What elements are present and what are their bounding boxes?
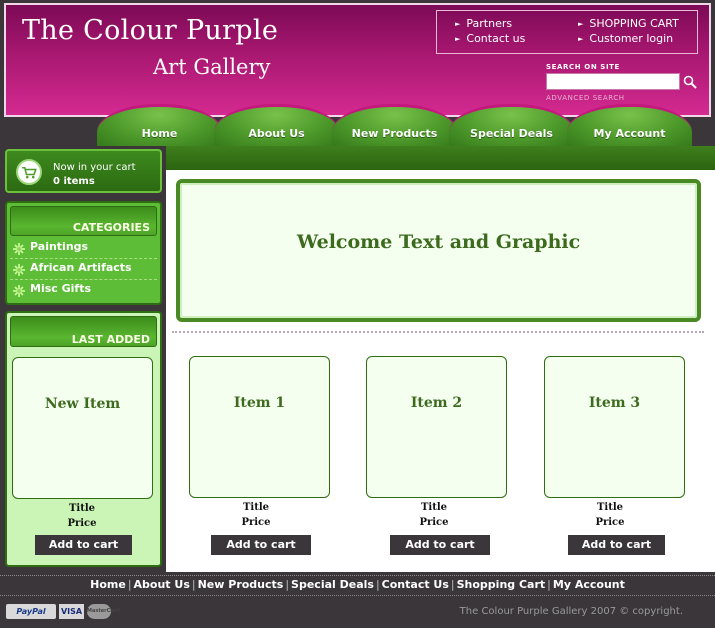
- tab-my-account[interactable]: My Account: [567, 104, 692, 146]
- product-price: Price: [595, 517, 625, 528]
- separator: |: [547, 578, 551, 591]
- flower-icon: [13, 243, 25, 255]
- separator: |: [191, 578, 196, 591]
- categories-heading: CATEGORIES: [10, 206, 157, 236]
- tab-about-us[interactable]: About Us: [214, 104, 339, 146]
- product-title: Title: [420, 502, 448, 513]
- product-title: Title: [68, 503, 96, 514]
- footer-link-special-deals[interactable]: Special Deals: [291, 578, 374, 591]
- last-added-box: LAST ADDED New Item Title Price Add to c…: [5, 311, 162, 567]
- footer-link-my-account[interactable]: My Account: [553, 578, 625, 591]
- categories-box: CATEGORIES Paintings African Artifacts M…: [5, 201, 162, 305]
- cart-label: Now in your cart: [53, 162, 136, 173]
- product-title: Title: [242, 502, 270, 513]
- product-image-item-1[interactable]: Item 1: [189, 356, 330, 498]
- separator: |: [375, 578, 380, 591]
- product-title: Title: [596, 502, 624, 513]
- category-african-artifacts[interactable]: African Artifacts: [10, 261, 157, 280]
- link-partners[interactable]: ► Partners: [455, 17, 512, 30]
- welcome-text: Welcome Text and Graphic: [296, 231, 581, 253]
- mastercard-logo: MasterCard: [87, 604, 120, 619]
- main-nav: Home About Us New Products Special Deals…: [0, 100, 715, 146]
- flower-icon: [13, 264, 25, 276]
- separator: |: [127, 578, 132, 591]
- main-content: Now in your cart 0 items CATEGORIES Pain…: [0, 146, 715, 572]
- separator: |: [450, 578, 455, 591]
- search-input[interactable]: [546, 73, 680, 90]
- arrow-right-icon: ►: [455, 35, 461, 43]
- add-to-cart-button[interactable]: Add to cart: [568, 535, 665, 555]
- footer-link-contact-us[interactable]: Contact Us: [382, 578, 449, 591]
- sidebar: Now in your cart 0 items CATEGORIES Pain…: [0, 146, 166, 572]
- arrow-right-icon: ►: [455, 20, 461, 28]
- footer-nav: Home | About Us | New Products | Special Deals…: [0, 578, 715, 591]
- product-price: Price: [419, 517, 449, 528]
- footer-divider: [0, 575, 715, 576]
- site-subtitle: Art Gallery: [153, 55, 271, 79]
- tab-new-products[interactable]: New Products: [332, 104, 457, 146]
- last-added-heading: LAST ADDED: [10, 316, 157, 347]
- footer-divider: [0, 595, 715, 596]
- footer-link-new-products[interactable]: New Products: [198, 578, 284, 591]
- category-misc-gifts[interactable]: Misc Gifts: [10, 282, 157, 301]
- cart-count: 0 items: [53, 176, 95, 187]
- paypal-logo: PayPal: [6, 604, 56, 619]
- welcome-panel: Welcome Text and Graphic: [176, 179, 701, 322]
- add-to-cart-button[interactable]: Add to cart: [390, 535, 490, 555]
- divider: [172, 331, 704, 333]
- link-contact-us[interactable]: ► Contact us: [455, 32, 525, 45]
- footer: Home | About Us | New Products | Special Deals…: [0, 572, 715, 628]
- product-image-item-3[interactable]: Item 3: [544, 356, 685, 498]
- link-customer-login[interactable]: ► Customer login: [578, 32, 673, 45]
- search-label: SEARCH ON SITE: [546, 63, 620, 71]
- top-links-box: ► Partners ► Contact us ► SHOPPING CART ► Cu…: [436, 10, 698, 54]
- search-icon[interactable]: [683, 75, 697, 89]
- tab-special-deals[interactable]: Special Deals: [449, 104, 574, 146]
- separator: |: [285, 578, 290, 591]
- copyright-text: The Colour Purple Gallery 2007 © copyrig…: [459, 606, 683, 617]
- cart-summary[interactable]: Now in your cart 0 items: [5, 149, 162, 193]
- category-paintings[interactable]: Paintings: [10, 240, 157, 259]
- shopping-cart-icon: [16, 159, 42, 185]
- flower-icon: [13, 285, 25, 297]
- add-to-cart-button[interactable]: Add to cart: [35, 535, 132, 555]
- footer-link-home[interactable]: Home: [90, 578, 126, 591]
- footer-link-about-us[interactable]: About Us: [134, 578, 190, 591]
- product-price: Price: [67, 518, 97, 529]
- tab-home[interactable]: Home: [97, 104, 222, 146]
- add-to-cart-button[interactable]: Add to cart: [211, 535, 311, 555]
- product-image-item-2[interactable]: Item 2: [366, 356, 507, 498]
- product-image-new-item[interactable]: New Item: [12, 357, 153, 499]
- visa-logo: VISA: [59, 604, 84, 619]
- site-title: The Colour Purple: [22, 15, 279, 46]
- product-price: Price: [241, 517, 271, 528]
- link-shopping-cart[interactable]: ► SHOPPING CART: [578, 17, 679, 30]
- arrow-right-icon: ►: [578, 35, 584, 43]
- footer-link-shopping-cart[interactable]: Shopping Cart: [457, 578, 546, 591]
- arrow-right-icon: ►: [578, 20, 584, 28]
